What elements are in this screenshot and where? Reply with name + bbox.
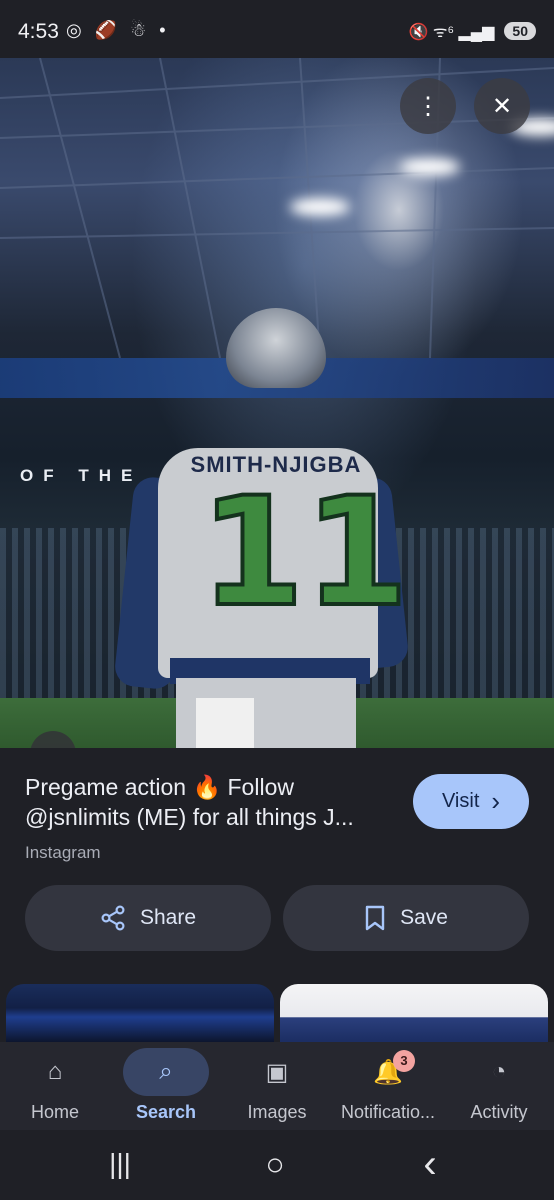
result-image[interactable]: OF THE SMITH-NJIGBA 11 ⋮ ✕ ⊡ [0,58,554,748]
close-icon: ✕ [491,92,513,120]
nav-label: Images [247,1102,307,1122]
nav-images[interactable]: ▣ Images [222,1042,332,1130]
result-title-line: Pregame action 🔥 Follow [25,774,294,800]
bookmark-icon [365,905,385,931]
player: SMITH-NJIGBA 11 [113,448,411,748]
related-image-thumbnail[interactable] [6,984,274,1044]
search-icon: ⌕ [123,1048,209,1096]
back-button[interactable]: ‹ [390,1141,470,1186]
notification-icons: ◎ 🏈 ☃ • [66,20,170,40]
nav-label: Home [30,1102,79,1122]
status-right-icons: 🔇 ᯤ⁶ ▂▄▆ 50 [408,20,536,42]
close-button[interactable]: ✕ [474,78,530,134]
result-title[interactable]: Pregame action 🔥 Follow @jsnlimits (ME) … [25,772,400,832]
back-icon: ‹ [423,1141,437,1186]
activity-icon: ◔ [491,1058,507,1085]
nav-label: Activity [470,1102,528,1122]
bell-icon: 🔔 [373,1058,403,1086]
signal-icons: 🔇 ᯤ⁶ ▂▄▆ [408,24,495,41]
nav-search[interactable]: ⌕ Search [111,1042,221,1130]
related-image-thumbnail[interactable] [280,984,548,1044]
more-options-button[interactable]: ⋮ [400,78,456,134]
share-label: Share [139,906,197,929]
save-button[interactable]: Save [283,885,529,951]
bottom-navigation: ⌂ Home ⌕ Search ▣ Images 🔔 3 Notificatio… [0,1042,554,1130]
player-towel [196,698,254,748]
home-icon: ⌂ [47,1058,63,1085]
lens-icon: ⊡ [46,744,59,748]
more-vert-icon: ⋮ [416,92,440,120]
images-icon: ▣ [265,1058,289,1086]
chevron-right-icon: › [491,786,501,816]
home-circle-icon: ○ [265,1145,285,1182]
result-title-line: @jsnlimits (ME) for all things J... [25,804,354,830]
battery-icon: 50 [504,22,536,40]
stadium-text: OF THE [20,466,143,485]
nav-label: Search [135,1102,197,1122]
system-navigation: ||| ○ ‹ [0,1130,554,1200]
recents-button[interactable]: ||| [80,1144,160,1184]
visit-button[interactable]: Visit › [413,774,529,829]
stadium-light [290,198,350,216]
status-time: 4:53 [18,20,59,43]
save-label: Save [400,906,448,929]
nav-notifications[interactable]: 🔔 3 Notificatio... [333,1042,443,1130]
nav-home[interactable]: ⌂ Home [0,1042,110,1130]
status-bar: 4:53 ◎ 🏈 ☃ • 🔇 ᯤ⁶ ▂▄▆ 50 [0,0,554,66]
jersey-number: 11 [198,466,411,640]
home-button[interactable]: ○ [235,1144,315,1184]
visit-label: Visit [441,790,480,812]
share-icon [101,905,125,931]
notification-badge: 3 [393,1050,415,1072]
share-button[interactable]: Share [25,885,271,951]
stadium-light [400,158,460,176]
result-source: Instagram [25,843,101,862]
nav-activity[interactable]: ◔ Activity [444,1042,554,1130]
recents-icon: ||| [109,1148,131,1179]
nav-label: Notificatio... [340,1102,436,1122]
